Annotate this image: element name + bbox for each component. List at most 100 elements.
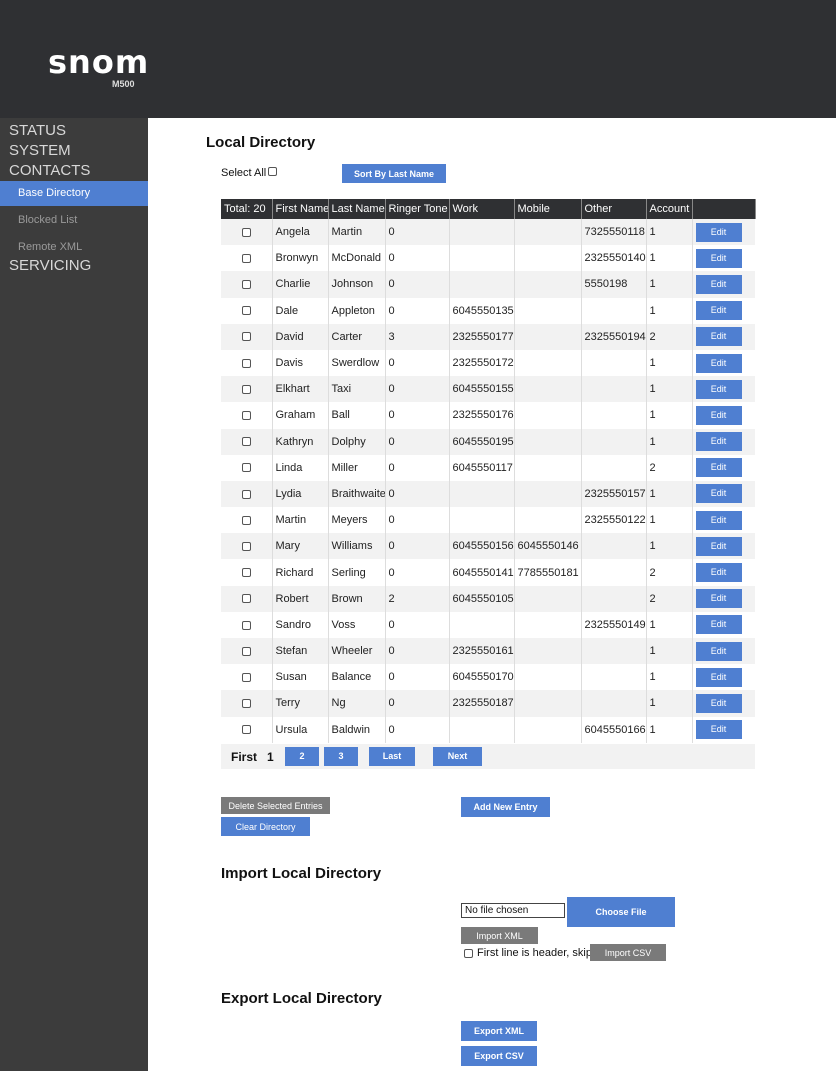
cell-last-name: Appleton <box>328 297 386 324</box>
import-csv-button[interactable]: Import CSV <box>590 944 666 961</box>
row-checkbox[interactable] <box>241 384 251 394</box>
row-checkbox[interactable] <box>241 541 251 551</box>
cell-other <box>581 454 647 481</box>
sort-by-last-name-button[interactable]: Sort By Last Name <box>342 164 446 183</box>
edit-button[interactable]: Edit <box>695 248 742 268</box>
cell-last-name: Balance <box>328 664 386 691</box>
cell-last-name: Swerdlow <box>328 349 386 377</box>
cell-work <box>449 245 515 272</box>
column-header-other[interactable]: Other <box>581 199 647 219</box>
export-xml-button[interactable]: Export XML <box>461 1021 537 1041</box>
pagination-bar: First 1 2 3 Last Next <box>221 744 755 769</box>
row-checkbox[interactable] <box>241 463 251 473</box>
table-row: Dale Appleton 0 6045550135 1 Edit <box>221 297 755 324</box>
edit-button[interactable]: Edit <box>695 432 742 452</box>
cell-account: 1 <box>646 219 693 246</box>
delete-selected-entries-button[interactable]: Delete Selected Entries <box>221 797 330 814</box>
edit-button[interactable]: Edit <box>695 458 742 478</box>
edit-button[interactable]: Edit <box>695 589 742 609</box>
edit-button[interactable]: Edit <box>695 353 742 373</box>
edit-button[interactable]: Edit <box>695 301 742 321</box>
cell-last-name: Williams <box>328 533 386 560</box>
table-row: Elkhart Taxi 0 6045550155 1 Edit <box>221 376 755 403</box>
row-select-cell <box>221 349 273 377</box>
edit-button[interactable]: Edit <box>695 274 742 294</box>
page-2-button[interactable]: 2 <box>285 747 319 766</box>
sidebar-item-base-directory[interactable]: Base Directory <box>0 181 148 206</box>
cell-first-name: Mary <box>272 533 329 560</box>
cell-other: 7325550118 <box>581 219 647 246</box>
row-checkbox[interactable] <box>241 672 251 682</box>
edit-button[interactable]: Edit <box>695 615 742 635</box>
row-checkbox[interactable] <box>241 620 251 630</box>
clear-directory-button[interactable]: Clear Directory <box>221 817 310 836</box>
row-checkbox[interactable] <box>241 358 251 368</box>
page-first-link[interactable]: First <box>231 750 257 764</box>
edit-button[interactable]: Edit <box>695 563 742 583</box>
edit-button[interactable]: Edit <box>695 484 742 504</box>
row-checkbox[interactable] <box>241 306 251 316</box>
column-header-mobile[interactable]: Mobile <box>514 199 582 219</box>
add-new-entry-button[interactable]: Add New Entry <box>461 797 550 817</box>
choose-file-button[interactable]: Choose File <box>567 897 675 927</box>
export-csv-button[interactable]: Export CSV <box>461 1046 537 1066</box>
cell-mobile: 7785550181 <box>514 559 582 586</box>
edit-button[interactable]: Edit <box>695 641 742 661</box>
sidebar-section-system[interactable]: SYSTEM <box>0 141 148 161</box>
row-checkbox[interactable] <box>241 699 251 709</box>
row-checkbox[interactable] <box>241 594 251 604</box>
row-checkbox[interactable] <box>241 280 251 290</box>
edit-button[interactable]: Edit <box>695 510 742 530</box>
edit-button[interactable]: Edit <box>695 379 742 399</box>
edit-button[interactable]: Edit <box>695 327 742 347</box>
row-checkbox[interactable] <box>241 332 251 342</box>
import-xml-button[interactable]: Import XML <box>461 927 538 944</box>
row-checkbox[interactable] <box>241 515 251 525</box>
sidebar-section-servicing[interactable]: SERVICING <box>0 256 148 276</box>
edit-button[interactable]: Edit <box>695 536 742 556</box>
column-header-first-name[interactable]: First Name <box>272 199 329 219</box>
sidebar-item-blocked-list[interactable]: Blocked List <box>0 208 148 233</box>
cell-other: 2325550122 <box>581 507 647 534</box>
file-chosen-field[interactable]: No file chosen <box>461 903 565 918</box>
page-next-button[interactable]: Next <box>433 747 482 766</box>
header-skip-checkbox[interactable] <box>464 949 473 958</box>
sidebar-section-contacts[interactable]: CONTACTS <box>0 161 148 181</box>
cell-ringer-tone: 0 <box>385 454 450 481</box>
page-last-button[interactable]: Last <box>369 747 415 766</box>
table-row: Kathryn Dolphy 0 6045550195 1 Edit <box>221 428 755 455</box>
page-3-button[interactable]: 3 <box>324 747 358 766</box>
cell-account: 1 <box>646 507 693 534</box>
export-directory-title: Export Local Directory <box>221 990 382 1007</box>
select-all-checkbox[interactable] <box>268 167 277 176</box>
row-action-cell: Edit <box>692 402 755 428</box>
row-action-cell: Edit <box>692 585 755 612</box>
row-checkbox[interactable] <box>241 411 251 420</box>
row-checkbox[interactable] <box>241 489 251 499</box>
row-checkbox[interactable] <box>241 725 251 735</box>
sidebar-section-status[interactable]: STATUS <box>0 121 148 141</box>
edit-button[interactable]: Edit <box>695 405 742 425</box>
edit-button[interactable]: Edit <box>695 222 742 242</box>
edit-button[interactable]: Edit <box>695 693 742 713</box>
row-action-cell: Edit <box>692 638 755 665</box>
cell-other <box>581 559 647 586</box>
table-header-row: Total: 20 First Name Last Name Ringer To… <box>221 199 756 219</box>
row-checkbox[interactable] <box>241 227 251 237</box>
row-select-cell <box>221 219 273 246</box>
cell-other: 5550198 <box>581 271 647 298</box>
edit-button[interactable]: Edit <box>695 720 742 740</box>
cell-first-name: Davis <box>272 349 329 377</box>
edit-button[interactable]: Edit <box>695 667 742 687</box>
snom-logo: snom M500 <box>48 46 149 89</box>
column-header-ringer-tone[interactable]: Ringer Tone <box>385 199 450 219</box>
column-header-account[interactable]: Account <box>646 199 693 219</box>
row-checkbox[interactable] <box>241 253 251 263</box>
row-checkbox[interactable] <box>241 568 251 578</box>
cell-last-name: Taxi <box>328 376 386 403</box>
column-header-last-name[interactable]: Last Name <box>328 199 386 219</box>
row-checkbox[interactable] <box>241 437 251 447</box>
row-checkbox[interactable] <box>241 646 251 656</box>
column-header-work[interactable]: Work <box>449 199 515 219</box>
cell-other <box>581 533 647 560</box>
